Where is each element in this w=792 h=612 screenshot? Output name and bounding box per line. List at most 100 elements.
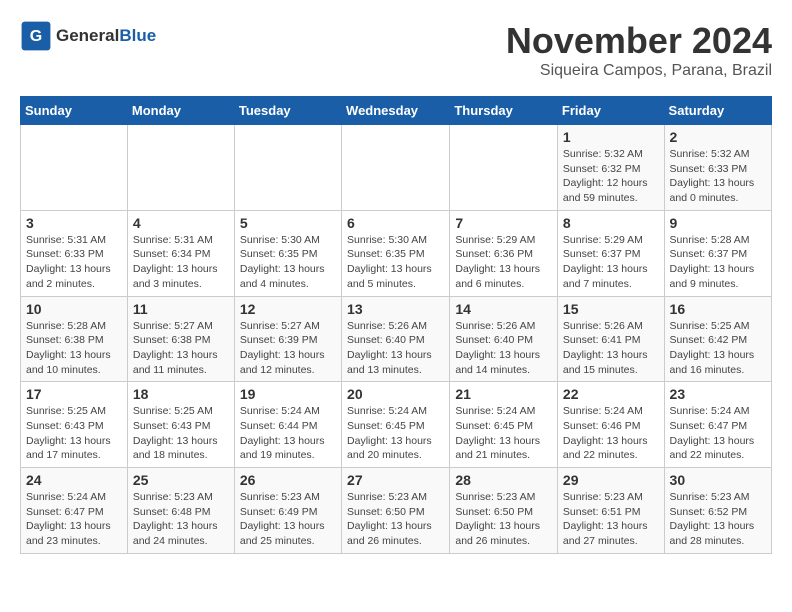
day-number: 10 bbox=[26, 301, 122, 317]
day-number: 12 bbox=[240, 301, 336, 317]
day-info: Sunrise: 5:23 AM Sunset: 6:48 PM Dayligh… bbox=[133, 490, 229, 549]
logo-general: General bbox=[56, 26, 119, 45]
day-info: Sunrise: 5:26 AM Sunset: 6:41 PM Dayligh… bbox=[563, 319, 659, 378]
day-number: 28 bbox=[455, 472, 552, 488]
day-info: Sunrise: 5:24 AM Sunset: 6:44 PM Dayligh… bbox=[240, 404, 336, 463]
weekday-header-sunday: Sunday bbox=[21, 97, 128, 125]
day-number: 11 bbox=[133, 301, 229, 317]
logo-blue: Blue bbox=[119, 26, 156, 45]
day-info: Sunrise: 5:23 AM Sunset: 6:50 PM Dayligh… bbox=[347, 490, 444, 549]
calendar-cell: 12 Sunrise: 5:27 AM Sunset: 6:39 PM Dayli… bbox=[234, 296, 341, 382]
calendar-cell: 23 Sunrise: 5:24 AM Sunset: 6:47 PM Dayli… bbox=[664, 382, 771, 468]
day-info: Sunrise: 5:23 AM Sunset: 6:51 PM Dayligh… bbox=[563, 490, 659, 549]
day-info: Sunrise: 5:24 AM Sunset: 6:46 PM Dayligh… bbox=[563, 404, 659, 463]
day-info: Sunrise: 5:25 AM Sunset: 6:43 PM Dayligh… bbox=[26, 404, 122, 463]
day-info: Sunrise: 5:30 AM Sunset: 6:35 PM Dayligh… bbox=[347, 233, 444, 292]
calendar-cell: 10Sunrise: 5:28 AM Sunset: 6:38 PM Dayli… bbox=[21, 296, 128, 382]
calendar-cell bbox=[234, 125, 341, 211]
day-info: Sunrise: 5:32 AM Sunset: 6:32 PM Dayligh… bbox=[563, 147, 659, 206]
day-number: 21 bbox=[455, 386, 552, 402]
calendar-cell: 16 Sunrise: 5:25 AM Sunset: 6:42 PM Dayli… bbox=[664, 296, 771, 382]
page-header: G GeneralBlue November 2024 Siqueira Cam… bbox=[20, 20, 772, 80]
day-number: 16 bbox=[670, 301, 766, 317]
title-block: November 2024 Siqueira Campos, Parana, B… bbox=[506, 20, 772, 80]
calendar-cell: 27 Sunrise: 5:23 AM Sunset: 6:50 PM Dayli… bbox=[342, 468, 450, 554]
day-info: Sunrise: 5:25 AM Sunset: 6:42 PM Dayligh… bbox=[670, 319, 766, 378]
logo: G GeneralBlue bbox=[20, 20, 156, 52]
day-info: Sunrise: 5:23 AM Sunset: 6:52 PM Dayligh… bbox=[670, 490, 766, 549]
day-number: 2 bbox=[670, 129, 766, 145]
day-info: Sunrise: 5:28 AM Sunset: 6:37 PM Dayligh… bbox=[670, 233, 766, 292]
weekday-header-thursday: Thursday bbox=[450, 97, 558, 125]
calendar-cell: 5 Sunrise: 5:30 AM Sunset: 6:35 PM Daylig… bbox=[234, 210, 341, 296]
day-number: 3 bbox=[26, 215, 122, 231]
day-info: Sunrise: 5:32 AM Sunset: 6:33 PM Dayligh… bbox=[670, 147, 766, 206]
day-number: 19 bbox=[240, 386, 336, 402]
day-number: 13 bbox=[347, 301, 444, 317]
day-number: 30 bbox=[670, 472, 766, 488]
calendar-cell: 6 Sunrise: 5:30 AM Sunset: 6:35 PM Daylig… bbox=[342, 210, 450, 296]
calendar-cell: 18Sunrise: 5:25 AM Sunset: 6:43 PM Dayli… bbox=[127, 382, 234, 468]
calendar-cell: 30 Sunrise: 5:23 AM Sunset: 6:52 PM Dayli… bbox=[664, 468, 771, 554]
weekday-header-wednesday: Wednesday bbox=[342, 97, 450, 125]
day-number: 22 bbox=[563, 386, 659, 402]
calendar-cell: 9 Sunrise: 5:28 AM Sunset: 6:37 PM Daylig… bbox=[664, 210, 771, 296]
day-info: Sunrise: 5:23 AM Sunset: 6:50 PM Dayligh… bbox=[455, 490, 552, 549]
calendar-cell: 13 Sunrise: 5:26 AM Sunset: 6:40 PM Dayli… bbox=[342, 296, 450, 382]
calendar-cell: 2 Sunrise: 5:32 AM Sunset: 6:33 PM Daylig… bbox=[664, 125, 771, 211]
day-number: 27 bbox=[347, 472, 444, 488]
day-number: 20 bbox=[347, 386, 444, 402]
calendar-cell bbox=[21, 125, 128, 211]
calendar-cell: 29Sunrise: 5:23 AM Sunset: 6:51 PM Dayli… bbox=[557, 468, 664, 554]
calendar-cell: 14 Sunrise: 5:26 AM Sunset: 6:40 PM Dayli… bbox=[450, 296, 558, 382]
day-number: 1 bbox=[563, 129, 659, 145]
calendar-cell: 28 Sunrise: 5:23 AM Sunset: 6:50 PM Dayli… bbox=[450, 468, 558, 554]
weekday-header-tuesday: Tuesday bbox=[234, 97, 341, 125]
day-number: 4 bbox=[133, 215, 229, 231]
calendar-cell: 17 Sunrise: 5:25 AM Sunset: 6:43 PM Dayli… bbox=[21, 382, 128, 468]
day-info: Sunrise: 5:31 AM Sunset: 6:33 PM Dayligh… bbox=[26, 233, 122, 292]
calendar-cell: 11 Sunrise: 5:27 AM Sunset: 6:38 PM Dayli… bbox=[127, 296, 234, 382]
calendar-cell bbox=[450, 125, 558, 211]
day-number: 15 bbox=[563, 301, 659, 317]
day-number: 23 bbox=[670, 386, 766, 402]
month-title: November 2024 bbox=[506, 20, 772, 62]
svg-text:G: G bbox=[30, 28, 42, 45]
day-number: 26 bbox=[240, 472, 336, 488]
weekday-header-friday: Friday bbox=[557, 97, 664, 125]
day-number: 9 bbox=[670, 215, 766, 231]
weekday-header-monday: Monday bbox=[127, 97, 234, 125]
calendar-cell: 20 Sunrise: 5:24 AM Sunset: 6:45 PM Dayli… bbox=[342, 382, 450, 468]
day-info: Sunrise: 5:24 AM Sunset: 6:45 PM Dayligh… bbox=[347, 404, 444, 463]
day-info: Sunrise: 5:24 AM Sunset: 6:47 PM Dayligh… bbox=[670, 404, 766, 463]
day-info: Sunrise: 5:27 AM Sunset: 6:38 PM Dayligh… bbox=[133, 319, 229, 378]
calendar-cell: 3 Sunrise: 5:31 AM Sunset: 6:33 PM Daylig… bbox=[21, 210, 128, 296]
day-info: Sunrise: 5:31 AM Sunset: 6:34 PM Dayligh… bbox=[133, 233, 229, 292]
day-number: 8 bbox=[563, 215, 659, 231]
logo-icon: G bbox=[20, 20, 52, 52]
calendar-cell: 26 Sunrise: 5:23 AM Sunset: 6:49 PM Dayli… bbox=[234, 468, 341, 554]
weekday-header-saturday: Saturday bbox=[664, 97, 771, 125]
calendar-cell: 19 Sunrise: 5:24 AM Sunset: 6:44 PM Dayli… bbox=[234, 382, 341, 468]
day-info: Sunrise: 5:26 AM Sunset: 6:40 PM Dayligh… bbox=[455, 319, 552, 378]
calendar-cell: 24Sunrise: 5:24 AM Sunset: 6:47 PM Dayli… bbox=[21, 468, 128, 554]
day-info: Sunrise: 5:23 AM Sunset: 6:49 PM Dayligh… bbox=[240, 490, 336, 549]
calendar-cell: 25Sunrise: 5:23 AM Sunset: 6:48 PM Dayli… bbox=[127, 468, 234, 554]
calendar-cell: 22 Sunrise: 5:24 AM Sunset: 6:46 PM Dayli… bbox=[557, 382, 664, 468]
calendar-cell: 4 Sunrise: 5:31 AM Sunset: 6:34 PM Daylig… bbox=[127, 210, 234, 296]
calendar-cell: 7Sunrise: 5:29 AM Sunset: 6:36 PM Daylig… bbox=[450, 210, 558, 296]
day-info: Sunrise: 5:27 AM Sunset: 6:39 PM Dayligh… bbox=[240, 319, 336, 378]
day-number: 17 bbox=[26, 386, 122, 402]
calendar-cell bbox=[127, 125, 234, 211]
day-info: Sunrise: 5:26 AM Sunset: 6:40 PM Dayligh… bbox=[347, 319, 444, 378]
location-subtitle: Siqueira Campos, Parana, Brazil bbox=[506, 62, 772, 80]
day-number: 6 bbox=[347, 215, 444, 231]
day-number: 14 bbox=[455, 301, 552, 317]
day-info: Sunrise: 5:30 AM Sunset: 6:35 PM Dayligh… bbox=[240, 233, 336, 292]
calendar-cell: 1 Sunrise: 5:32 AM Sunset: 6:32 PM Daylig… bbox=[557, 125, 664, 211]
calendar-table: SundayMondayTuesdayWednesdayThursdayFrid… bbox=[20, 96, 772, 554]
calendar-cell: 15 Sunrise: 5:26 AM Sunset: 6:41 PM Dayli… bbox=[557, 296, 664, 382]
day-number: 5 bbox=[240, 215, 336, 231]
day-number: 7 bbox=[455, 215, 552, 231]
day-info: Sunrise: 5:24 AM Sunset: 6:47 PM Dayligh… bbox=[26, 490, 122, 549]
